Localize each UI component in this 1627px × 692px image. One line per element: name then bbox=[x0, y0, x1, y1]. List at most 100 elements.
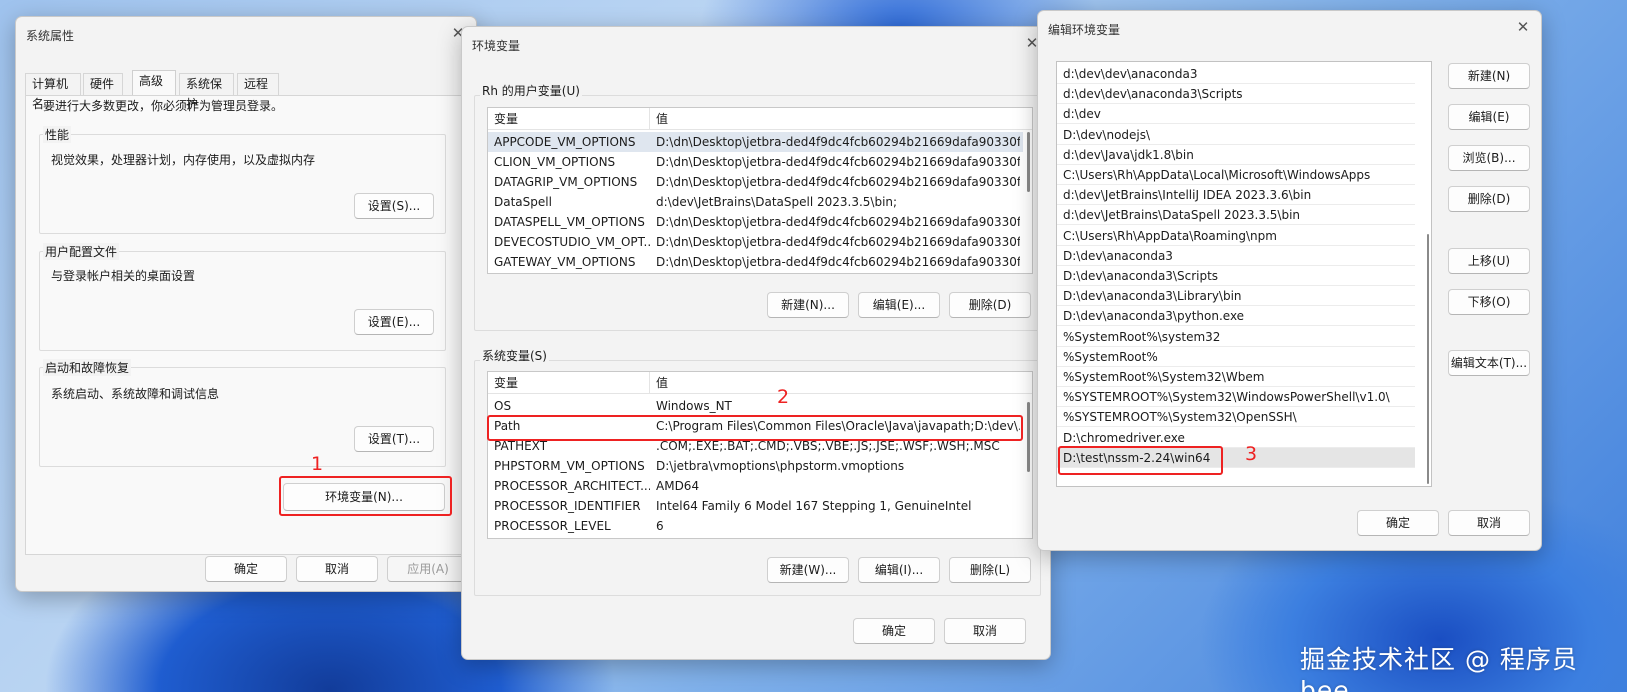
column-header-value[interactable]: 值 bbox=[650, 372, 1032, 394]
path-entry[interactable]: %SystemRoot% bbox=[1057, 347, 1415, 367]
table-row[interactable]: PROCESSOR_ARCHITECT... AMD64 bbox=[488, 476, 1023, 496]
variable-value-cell: D:\dn\Desktop\jetbra-ded4f9dc4fcb60294b2… bbox=[656, 175, 1020, 189]
variable-value-cell: d:\dev\JetBrains\DataSpell 2023.3.5\bin; bbox=[656, 195, 898, 209]
tab-computer-name[interactable]: 计算机名 bbox=[25, 73, 81, 111]
ok-button[interactable]: 确定 bbox=[205, 556, 287, 582]
edit-text-button[interactable]: 编辑文本(T)... bbox=[1448, 350, 1530, 376]
path-entry[interactable]: C:\Users\Rh\AppData\Roaming\npm bbox=[1057, 226, 1415, 246]
ok-button[interactable]: 确定 bbox=[853, 618, 935, 644]
table-row[interactable]: OS Windows_NT bbox=[488, 396, 1023, 416]
user-profile-settings-button[interactable]: 设置(E)... bbox=[354, 309, 434, 335]
table-row[interactable]: PROCESSOR_IDENTIFIER Intel64 Family 6 Mod… bbox=[488, 496, 1023, 516]
move-down-button[interactable]: 下移(O) bbox=[1448, 289, 1530, 315]
move-up-button[interactable]: 上移(U) bbox=[1448, 248, 1530, 274]
variable-value-cell: Windows_NT bbox=[656, 399, 732, 413]
performance-group bbox=[39, 134, 446, 234]
system-edit-button[interactable]: 编辑(I)... bbox=[858, 557, 940, 583]
variable-name-cell: CLION_VM_OPTIONS bbox=[494, 155, 616, 169]
ok-button[interactable]: 确定 bbox=[1357, 510, 1439, 536]
apply-button[interactable]: 应用(A) bbox=[387, 556, 469, 582]
startup-recovery-label: 启动和故障恢复 bbox=[43, 359, 132, 376]
edit-button[interactable]: 编辑(E) bbox=[1448, 104, 1530, 130]
highlight-env-vars-button bbox=[279, 476, 452, 516]
close-icon[interactable]: ✕ bbox=[1513, 17, 1533, 37]
system-new-button[interactable]: 新建(W)... bbox=[767, 557, 849, 583]
tab-remote[interactable]: 远程 bbox=[237, 73, 279, 95]
window-title: 环境变量 bbox=[472, 39, 521, 53]
user-new-button[interactable]: 新建(N)... bbox=[767, 292, 849, 318]
scrollbar[interactable] bbox=[1027, 132, 1030, 192]
tab-system-protection[interactable]: 系统保护 bbox=[179, 73, 234, 111]
variable-value-cell: D:\dn\Desktop\jetbra-ded4f9dc4fcb60294b2… bbox=[656, 235, 1020, 249]
table-row[interactable]: APPCODE_VM_OPTIONS D:\dn\Desktop\jetbra-d… bbox=[488, 132, 1023, 152]
column-header-variable[interactable]: 变量 bbox=[488, 372, 650, 394]
path-entry[interactable]: %SystemRoot%\system32 bbox=[1057, 327, 1415, 347]
scrollbar[interactable] bbox=[1427, 234, 1429, 484]
path-entry[interactable]: d:\dev\JetBrains\DataSpell 2023.3.5\bin bbox=[1057, 205, 1415, 226]
table-row[interactable]: GATEWAY_VM_OPTIONS D:\dn\Desktop\jetbra-d… bbox=[488, 252, 1023, 272]
performance-desc: 视觉效果，处理器计划，内存使用，以及虚拟内存 bbox=[51, 153, 316, 167]
path-entry[interactable]: %SystemRoot%\System32\Wbem bbox=[1057, 367, 1415, 387]
path-entry[interactable]: C:\Users\Rh\AppData\Local\Microsoft\Wind… bbox=[1057, 165, 1415, 185]
user-edit-button[interactable]: 编辑(E)... bbox=[858, 292, 940, 318]
performance-label: 性能 bbox=[43, 126, 72, 143]
variable-value-cell: 6 bbox=[656, 519, 664, 533]
column-header-variable[interactable]: 变量 bbox=[488, 108, 650, 130]
table-row[interactable]: CLION_VM_OPTIONS D:\dn\Desktop\jetbra-ded… bbox=[488, 152, 1023, 172]
path-entry[interactable]: d:\dev bbox=[1057, 104, 1415, 125]
scrollbar[interactable] bbox=[1027, 402, 1030, 472]
variable-value-cell: D:\dn\Desktop\jetbra-ded4f9dc4fcb60294b2… bbox=[656, 155, 1020, 169]
table-row[interactable]: DATASPELL_VM_OPTIONS D:\dn\Desktop\jetbra… bbox=[488, 212, 1023, 232]
path-entry[interactable]: %SYSTEMROOT%\System32\WindowsPowerShell\… bbox=[1057, 387, 1415, 408]
path-entry[interactable]: d:\dev\Java\jdk1.8\bin bbox=[1057, 145, 1415, 165]
table-row[interactable]: PROCESSOR_LEVEL 6 bbox=[488, 516, 1023, 536]
startup-settings-button[interactable]: 设置(T)... bbox=[354, 426, 434, 452]
highlight-path-row bbox=[487, 415, 1023, 441]
table-row[interactable]: DATAGRIP_VM_OPTIONS D:\dn\Desktop\jetbra-… bbox=[488, 172, 1023, 192]
cancel-button[interactable]: 取消 bbox=[1448, 510, 1530, 536]
titlebar: 系统属性 ✕ bbox=[16, 17, 476, 51]
variable-name-cell: DataSpell bbox=[494, 195, 552, 209]
browse-button[interactable]: 浏览(B)... bbox=[1448, 145, 1530, 171]
path-entry[interactable]: D:\dev\nodejs\ bbox=[1057, 125, 1415, 145]
delete-button[interactable]: 删除(D) bbox=[1448, 186, 1530, 212]
tab-advanced[interactable]: 高级 bbox=[132, 70, 176, 95]
path-list[interactable]: d:\dev\dev\anaconda3 d:\dev\dev\anaconda3… bbox=[1056, 61, 1432, 487]
table-row[interactable]: DEVECOSTUDIO_VM_OPT... D:\dn\Desktop\jetb… bbox=[488, 232, 1023, 252]
variable-name-cell: PHPSTORM_VM_OPTIONS bbox=[494, 459, 645, 473]
new-button[interactable]: 新建(N) bbox=[1448, 63, 1530, 89]
path-entry[interactable]: %SYSTEMROOT%\System32\OpenSSH\ bbox=[1057, 407, 1415, 428]
system-variables-label: 系统变量(S) bbox=[480, 347, 549, 364]
variable-name-cell: APPCODE_VM_OPTIONS bbox=[494, 135, 636, 149]
table-row[interactable]: DataSpell d:\dev\JetBrains\DataSpell 2023… bbox=[488, 192, 1023, 212]
system-delete-button[interactable]: 删除(L) bbox=[949, 557, 1031, 583]
user-variables-table[interactable]: 变量 值 APPCODE_VM_OPTIONS D:\dn\Desktop\jet… bbox=[487, 107, 1033, 274]
startup-recovery-desc: 系统启动、系统故障和调试信息 bbox=[51, 387, 220, 401]
tab-hardware[interactable]: 硬件 bbox=[83, 73, 123, 95]
cancel-button[interactable]: 取消 bbox=[296, 556, 378, 582]
path-entry[interactable]: D:\dev\anaconda3\python.exe bbox=[1057, 306, 1415, 327]
table-row[interactable]: PHPSTORM_VM_OPTIONS D:\jetbra\vmoptions\p… bbox=[488, 456, 1023, 476]
variable-value-cell: Intel64 Family 6 Model 167 Stepping 1, G… bbox=[656, 499, 972, 513]
performance-settings-button[interactable]: 设置(S)... bbox=[354, 193, 434, 219]
cancel-button[interactable]: 取消 bbox=[944, 618, 1026, 644]
startup-recovery-group bbox=[39, 367, 446, 467]
watermark: 掘金技术社区 @ 程序员bee bbox=[1300, 645, 1578, 692]
path-entry[interactable]: d:\dev\dev\anaconda3 bbox=[1057, 64, 1415, 84]
path-entry[interactable]: d:\dev\JetBrains\IntelliJ IDEA 2023.3.6\… bbox=[1057, 185, 1415, 206]
path-entry[interactable]: D:\dev\anaconda3\Scripts bbox=[1057, 266, 1415, 286]
path-entry[interactable]: d:\dev\dev\anaconda3\Scripts bbox=[1057, 84, 1415, 105]
system-variables-table[interactable]: 变量 值 OS Windows_NT Path C:\Program Files\Co… bbox=[487, 371, 1033, 539]
table-header: 变量 值 bbox=[488, 372, 1032, 394]
titlebar: 环境变量 ✕ bbox=[462, 27, 1050, 61]
path-entry[interactable]: D:\dev\anaconda3\Library\bin bbox=[1057, 286, 1415, 307]
variable-value-cell: AMD64 bbox=[656, 479, 700, 493]
path-entry[interactable]: D:\dev\anaconda3 bbox=[1057, 246, 1415, 266]
user-delete-button[interactable]: 删除(D) bbox=[949, 292, 1031, 318]
path-entry[interactable]: D:\chromedriver.exe bbox=[1057, 428, 1415, 448]
column-header-value[interactable]: 值 bbox=[650, 108, 1032, 130]
table-header: 变量 值 bbox=[488, 108, 1032, 130]
variable-value-cell: D:\dn\Desktop\jetbra-ded4f9dc4fcb60294b2… bbox=[656, 135, 1020, 149]
user-variables-label: Rh 的用户变量(U) bbox=[480, 82, 582, 99]
variable-name-cell: PROCESSOR_IDENTIFIER bbox=[494, 499, 641, 513]
